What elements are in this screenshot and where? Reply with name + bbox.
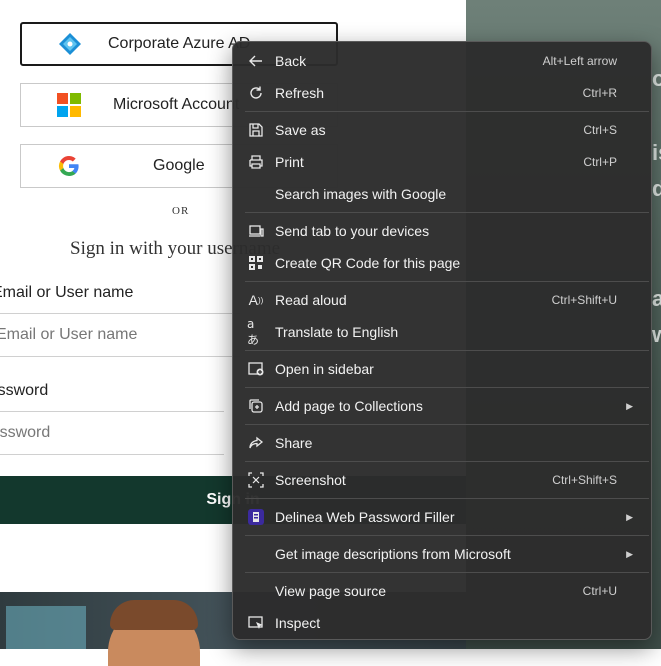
context-menu: Back Alt+Left arrow Refresh Ctrl+R Save … <box>232 41 652 640</box>
menu-item-label: Screenshot <box>275 472 346 488</box>
menu-item-label: Delinea Web Password Filler <box>275 509 455 525</box>
qr-code-icon <box>247 254 265 272</box>
collections-icon <box>247 397 265 415</box>
menu-item-label: Back <box>275 53 307 69</box>
menu-item-share[interactable]: Share <box>237 427 647 459</box>
menu-item-send-tab[interactable]: Send tab to your devices <box>237 215 647 247</box>
menu-item-open-sidebar[interactable]: Open in sidebar <box>237 353 647 385</box>
menu-item-shortcut: Ctrl+Shift+S <box>552 473 617 487</box>
username-label: Email or User name <box>0 284 134 301</box>
menu-item-label: Get image descriptions from Microsoft <box>275 546 511 562</box>
menu-item-label: Refresh <box>275 85 325 101</box>
delinea-extension-icon <box>247 508 265 526</box>
menu-item-label: Search images with Google <box>275 186 447 202</box>
chevron-right-icon: ▶ <box>626 511 633 522</box>
menu-item-read-aloud[interactable]: A)) Read aloud Ctrl+Shift+U <box>237 284 647 316</box>
menu-item-label: Save as <box>275 122 326 138</box>
menu-item-create-qr[interactable]: Create QR Code for this page <box>237 247 647 279</box>
menu-separator <box>245 572 649 573</box>
background-text: o <box>652 66 661 91</box>
background-person-hair <box>110 600 198 630</box>
menu-item-shortcut: Alt+Left arrow <box>542 54 617 68</box>
menu-separator <box>245 498 649 499</box>
menu-item-search-images-google[interactable]: Search images with Google <box>237 178 647 210</box>
menu-item-shortcut: Ctrl+R <box>582 86 617 100</box>
background-text: w <box>652 322 661 347</box>
background-text: d <box>652 176 661 201</box>
password-input[interactable]: Password <box>0 411 224 455</box>
menu-item-label: Translate to English <box>275 324 399 340</box>
menu-item-image-descriptions[interactable]: Get image descriptions from Microsoft ▶ <box>237 538 647 570</box>
azure-ad-icon <box>58 32 82 56</box>
menu-item-inspect[interactable]: Inspect <box>237 607 647 639</box>
read-aloud-icon: A)) <box>248 292 264 308</box>
menu-separator <box>245 350 649 351</box>
print-icon <box>247 153 265 171</box>
menu-item-label: Open in sidebar <box>275 361 374 377</box>
azure-ad-login-label: Corporate Azure AD <box>108 35 251 52</box>
menu-item-save-as[interactable]: Save as Ctrl+S <box>237 114 647 146</box>
menu-item-shortcut: Ctrl+P <box>583 155 617 169</box>
menu-separator <box>245 387 649 388</box>
menu-item-label: Create QR Code for this page <box>275 255 461 271</box>
menu-item-back[interactable]: Back Alt+Left arrow <box>237 45 647 77</box>
menu-item-shortcut: Ctrl+Shift+U <box>551 293 617 307</box>
menu-item-screenshot[interactable]: Screenshot Ctrl+Shift+S <box>237 464 647 496</box>
chevron-right-icon: ▶ <box>626 548 633 559</box>
google-icon <box>57 154 81 178</box>
menu-item-label: Add page to Collections <box>275 398 423 414</box>
back-arrow-icon <box>247 52 265 70</box>
microsoft-login-label: Microsoft Account <box>113 96 240 113</box>
menu-item-label: View page source <box>275 583 387 599</box>
microsoft-icon <box>57 93 81 117</box>
background-monitor <box>6 606 86 649</box>
menu-item-view-source[interactable]: View page source Ctrl+U <box>237 575 647 607</box>
menu-item-label: Read aloud <box>275 292 347 308</box>
menu-separator <box>245 535 649 536</box>
inspect-icon <box>247 614 265 632</box>
menu-item-label: Print <box>275 154 304 170</box>
menu-item-refresh[interactable]: Refresh Ctrl+R <box>237 77 647 109</box>
menu-item-label: Share <box>275 435 313 451</box>
google-login-label: Google <box>153 157 205 174</box>
screenshot-icon <box>247 471 265 489</box>
background-text: is <box>652 140 661 165</box>
username-input[interactable]: Email or User name <box>0 313 240 357</box>
menu-item-label: Inspect <box>275 615 321 631</box>
menu-item-translate[interactable]: aあ Translate to English <box>237 316 647 348</box>
open-sidebar-icon <box>247 360 265 378</box>
save-icon <box>247 121 265 139</box>
share-icon <box>247 434 265 452</box>
menu-item-delinea[interactable]: Delinea Web Password Filler ▶ <box>237 501 647 533</box>
menu-separator <box>245 111 649 112</box>
menu-item-label: Send tab to your devices <box>275 223 430 239</box>
background-text: a <box>652 286 661 311</box>
menu-separator <box>245 281 649 282</box>
chevron-right-icon: ▶ <box>626 400 633 411</box>
menu-separator <box>245 461 649 462</box>
menu-item-shortcut: Ctrl+S <box>583 123 617 137</box>
menu-item-shortcut: Ctrl+U <box>582 584 617 598</box>
menu-separator <box>245 212 649 213</box>
password-label: Password <box>0 382 49 399</box>
or-divider: OR <box>172 205 190 217</box>
refresh-icon <box>247 84 265 102</box>
menu-item-add-to-collections[interactable]: Add page to Collections ▶ <box>237 390 647 422</box>
send-tab-icon <box>247 222 265 240</box>
translate-icon: aあ <box>247 316 260 347</box>
menu-item-print[interactable]: Print Ctrl+P <box>237 146 647 178</box>
menu-separator <box>245 424 649 425</box>
